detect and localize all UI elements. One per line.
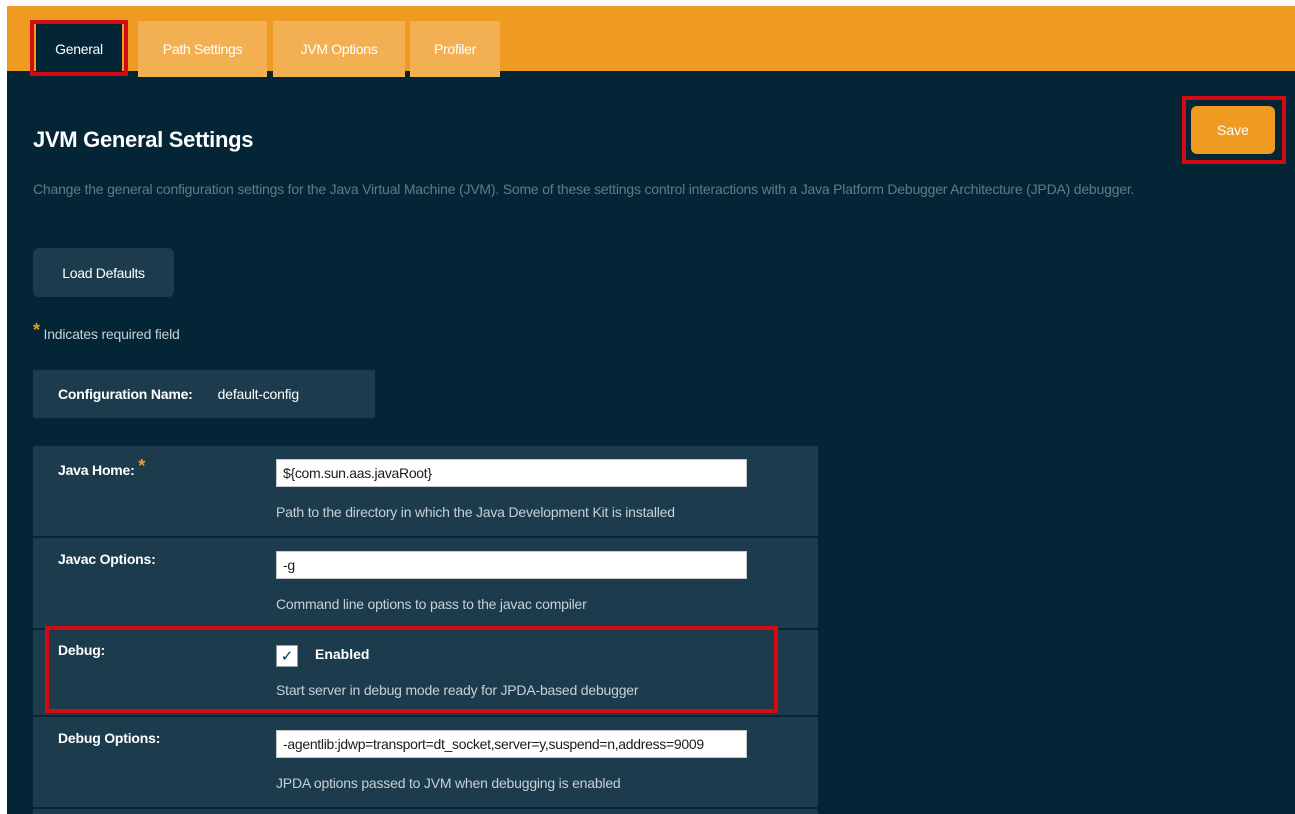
configuration-name-value: default-config [217, 386, 299, 402]
java-home-row: Java Home: * Path to the directory in wh… [33, 446, 818, 536]
save-button[interactable]: Save [1191, 106, 1275, 154]
debug-row: Debug: ✓ Enabled Start server in debug m… [33, 630, 818, 715]
load-defaults-button[interactable]: Load Defaults [33, 248, 174, 297]
debug-enabled-label[interactable]: Enabled [315, 646, 369, 662]
required-note-text: Indicates required field [43, 326, 180, 342]
debug-enabled-checkbox[interactable]: ✓ [276, 645, 298, 667]
next-row [33, 809, 818, 814]
debug-options-label: Debug Options: [58, 730, 161, 746]
jvm-settings-page: General Path Settings JVM Options Profil… [7, 0, 1295, 814]
tab-profiler[interactable]: Profiler [410, 21, 500, 77]
tab-general[interactable]: General [36, 21, 122, 77]
tab-jvm-options[interactable]: JVM Options [273, 21, 405, 77]
debug-label: Debug: [58, 642, 106, 658]
debug-options-row: Debug Options: JPDA options passed to JV… [33, 717, 818, 807]
checkmark-icon: ✓ [280, 648, 294, 665]
java-home-label: Java Home: * [58, 456, 146, 480]
javac-options-label: Javac Options: [58, 551, 156, 567]
java-home-input[interactable] [276, 459, 747, 487]
javac-options-input[interactable] [276, 551, 747, 579]
page-title: JVM General Settings [33, 127, 254, 152]
javac-options-row: Javac Options: Command line options to p… [33, 538, 818, 628]
debug-options-help: JPDA options passed to JVM when debuggin… [276, 775, 621, 791]
debug-help: Start server in debug mode ready for JPD… [276, 682, 639, 698]
java-home-help: Path to the directory in which the Java … [276, 504, 675, 520]
required-marker: * [33, 320, 40, 340]
java-home-label-text: Java Home: [58, 462, 135, 478]
tab-path-settings[interactable]: Path Settings [138, 21, 267, 77]
tab-bar: General Path Settings JVM Options Profil… [7, 0, 1295, 77]
page-description: Change the general configuration setting… [33, 181, 1135, 197]
required-marker: * [138, 456, 146, 476]
javac-options-help: Command line options to pass to the java… [276, 596, 587, 612]
required-note: * Indicates required field [33, 320, 180, 344]
debug-options-input[interactable] [276, 730, 747, 758]
configuration-name-box: Configuration Name: default-config [33, 370, 375, 418]
configuration-name-label: Configuration Name: [58, 386, 193, 402]
